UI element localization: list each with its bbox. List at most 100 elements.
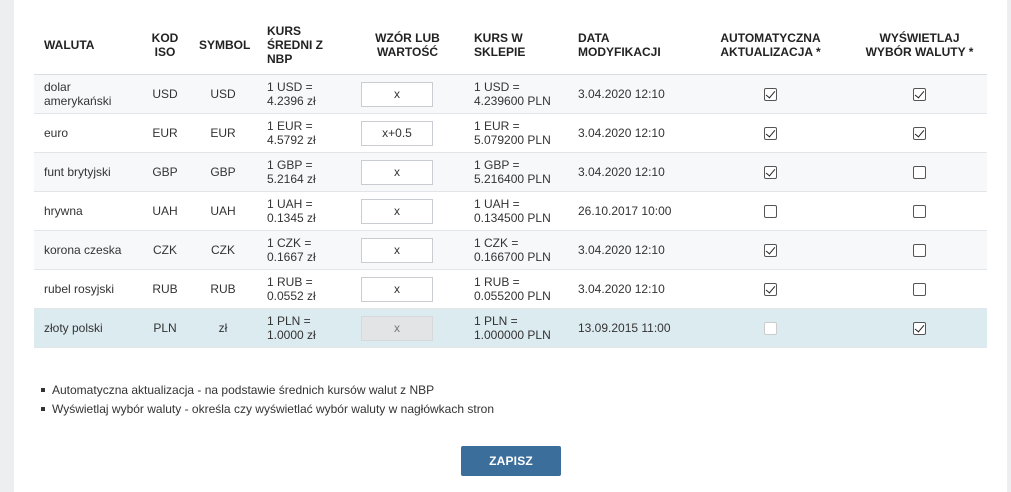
cell-iso: RUB — [141, 269, 189, 309]
auto-update-checkbox[interactable] — [764, 166, 777, 180]
cell-modified: 3.04.2020 12:10 — [568, 113, 689, 153]
cell-modified: 3.04.2020 12:10 — [568, 74, 689, 114]
auto-update-checkbox[interactable] — [764, 127, 777, 141]
show-choice-checkbox[interactable] — [913, 283, 926, 297]
table-row: funt brytyjski GBP GBP 1 GBP = 5.2164 zł x 1 … — [34, 152, 987, 192]
cell-currency-name: funt brytyjski — [34, 152, 141, 192]
cell-symbol: zł — [189, 308, 257, 348]
cell-shop-rate: 1 CZK = 0.166700 PLN — [464, 230, 568, 270]
cell-formula: x — [351, 308, 464, 348]
formula-input[interactable]: x — [361, 81, 433, 107]
cell-show-choice — [852, 308, 987, 348]
cell-iso: PLN — [141, 308, 189, 348]
auto-update-checkbox[interactable] — [764, 283, 777, 297]
checkmark-icon — [765, 244, 776, 255]
cell-nbp-rate: 1 PLN = 1.0000 zł — [257, 308, 351, 348]
cell-show-choice — [852, 230, 987, 270]
table-row: euro EUR EUR 1 EUR = 4.5792 zł x+0.5 1 EUR = … — [34, 113, 987, 153]
cell-auto-update — [689, 152, 852, 192]
checkmark-icon — [914, 88, 925, 99]
header-currency: WALUTA — [34, 16, 141, 75]
note-item: Automatyczna aktualizacja - na podstawie… — [41, 381, 494, 400]
cell-symbol: UAH — [189, 191, 257, 231]
auto-update-checkbox[interactable] — [764, 205, 777, 219]
cell-formula: x+0.5 — [351, 113, 464, 153]
checkmark-icon — [765, 166, 776, 177]
cell-formula: x — [351, 74, 464, 114]
cell-modified: 3.04.2020 12:10 — [568, 230, 689, 270]
cell-auto-update — [689, 113, 852, 153]
cell-currency-name: korona czeska — [34, 230, 141, 270]
table-row: złoty polski PLN zł 1 PLN = 1.0000 zł x 1 PLN… — [34, 308, 987, 348]
cell-show-choice — [852, 269, 987, 309]
cell-shop-rate: 1 EUR = 5.079200 PLN — [464, 113, 568, 153]
cell-iso: EUR — [141, 113, 189, 153]
cell-auto-update — [689, 191, 852, 231]
cell-currency-name: złoty polski — [34, 308, 141, 348]
table-row: hrywna UAH UAH 1 UAH = 0.1345 zł x 1 UAH = 0.… — [34, 191, 987, 231]
cell-shop-rate: 1 USD = 4.239600 PLN — [464, 74, 568, 114]
auto-update-checkbox[interactable] — [764, 244, 777, 258]
show-choice-checkbox[interactable] — [913, 205, 926, 219]
table-header-row: WALUTA KOD ISO SYMBOL KURS ŚREDNI Z NBP … — [34, 16, 987, 75]
cell-modified: 3.04.2020 12:10 — [568, 152, 689, 192]
formula-input[interactable]: x — [361, 237, 433, 263]
cell-symbol: GBP — [189, 152, 257, 192]
show-choice-checkbox[interactable] — [913, 244, 926, 258]
cell-iso: CZK — [141, 230, 189, 270]
cell-symbol: USD — [189, 74, 257, 114]
header-nbp-rate: KURS ŚREDNI Z NBP — [257, 16, 351, 75]
show-choice-checkbox[interactable] — [913, 88, 926, 102]
note-auto-update: Automatyczna aktualizacja - na podstawie… — [52, 383, 435, 397]
checkmark-icon — [914, 322, 925, 333]
cell-iso: GBP — [141, 152, 189, 192]
header-modified: DATA MODYFIKACJI — [568, 16, 689, 75]
cell-nbp-rate: 1 RUB = 0.0552 zł — [257, 269, 351, 309]
formula-input[interactable]: x — [361, 198, 433, 224]
bullet-icon — [41, 388, 45, 392]
note-show-choice: Wyświetlaj wybór waluty - określa czy wy… — [52, 402, 495, 416]
cell-formula: x — [351, 269, 464, 309]
cell-iso: UAH — [141, 191, 189, 231]
cell-shop-rate: 1 GBP = 5.216400 PLN — [464, 152, 568, 192]
cell-currency-name: hrywna — [34, 191, 141, 231]
cell-shop-rate: 1 PLN = 1.000000 PLN — [464, 308, 568, 348]
cell-symbol: RUB — [189, 269, 257, 309]
cell-nbp-rate: 1 EUR = 4.5792 zł — [257, 113, 351, 153]
cell-nbp-rate: 1 CZK = 0.1667 zł — [257, 230, 351, 270]
formula-input: x — [361, 315, 433, 341]
cell-currency-name: dolar amerykański — [34, 74, 141, 114]
cell-currency-name: euro — [34, 113, 141, 153]
show-choice-checkbox[interactable] — [913, 127, 926, 141]
cell-shop-rate: 1 UAH = 0.134500 PLN — [464, 191, 568, 231]
cell-show-choice — [852, 74, 987, 114]
show-choice-checkbox[interactable] — [913, 166, 926, 180]
save-button[interactable]: ZAPISZ — [461, 446, 561, 476]
cell-formula: x — [351, 191, 464, 231]
cell-formula: x — [351, 230, 464, 270]
header-show-choice: WYŚWIETLAJ WYBÓR WALUTY * — [852, 16, 987, 75]
table-row: korona czeska CZK CZK 1 CZK = 0.1667 zł x 1 C… — [34, 230, 987, 270]
checkmark-icon — [765, 283, 776, 294]
checkmark-icon — [765, 88, 776, 99]
header-auto-update: AUTOMATYCZNA AKTUALIZACJA * — [689, 16, 852, 75]
auto-update-checkbox[interactable] — [764, 88, 777, 102]
show-choice-checkbox[interactable] — [913, 322, 926, 336]
cell-auto-update — [689, 74, 852, 114]
formula-input[interactable]: x — [361, 276, 433, 302]
cell-currency-name: rubel rosyjski — [34, 269, 141, 309]
formula-input[interactable]: x — [361, 159, 433, 185]
cell-nbp-rate: 1 USD = 4.2396 zł — [257, 74, 351, 114]
cell-show-choice — [852, 191, 987, 231]
auto-update-checkbox — [764, 322, 777, 336]
currency-settings-panel: WALUTA KOD ISO SYMBOL KURS ŚREDNI Z NBP … — [14, 0, 1007, 492]
header-shop-rate: KURS W SKLEPIE — [464, 16, 568, 75]
cell-show-choice — [852, 113, 987, 153]
cell-nbp-rate: 1 UAH = 0.1345 zł — [257, 191, 351, 231]
formula-input[interactable]: x+0.5 — [361, 120, 433, 146]
checkmark-icon — [914, 127, 925, 138]
notes-list: Automatyczna aktualizacja - na podstawie… — [41, 381, 494, 419]
cell-symbol: EUR — [189, 113, 257, 153]
cell-modified: 26.10.2017 10:00 — [568, 191, 689, 231]
cell-symbol: CZK — [189, 230, 257, 270]
